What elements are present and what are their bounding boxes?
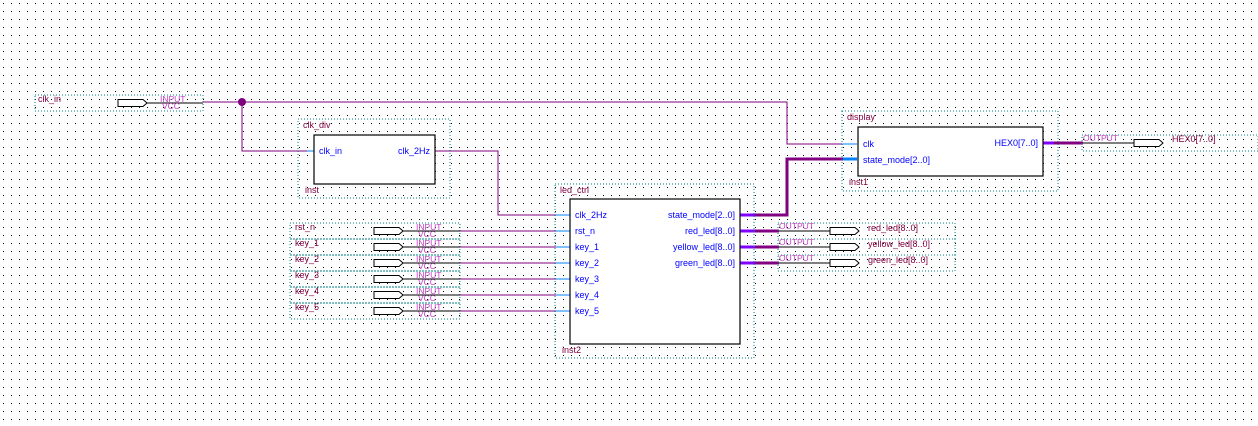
output-pin-icon (1133, 139, 1164, 147)
pin-type: OUTPUT (779, 253, 814, 263)
block-module-name: display (847, 112, 876, 122)
pin-name: clk_in (38, 94, 61, 104)
block-module-name: led_ctrl (560, 185, 589, 195)
pin-type: OUTPUT (779, 221, 814, 231)
pin-name: yellow_led[8..0] (868, 239, 930, 249)
input-port: key_4 (575, 290, 599, 300)
pin-name: key_4 (295, 286, 319, 296)
pin-name: red_led[8..0] (868, 223, 918, 233)
output-port: state_mode[2..0] (668, 210, 735, 220)
output-port: clk_2Hz (398, 146, 431, 156)
input-port: key_3 (575, 274, 599, 284)
pin-type: OUTPUT (779, 237, 814, 247)
block-instance-name: inst2 (562, 345, 581, 355)
input-pin-icon (373, 275, 404, 283)
input-port: key_1 (575, 242, 599, 252)
input-port: key_5 (575, 306, 599, 316)
input-pin-icon (373, 243, 404, 251)
pin-name: green_led[8..0] (868, 255, 928, 265)
output-pin-icon (829, 243, 860, 251)
block-module-name: clk_div (303, 120, 331, 130)
output-pin-icon (829, 259, 860, 267)
pin-name: key_5 (295, 302, 319, 312)
pin-name: key_2 (295, 254, 319, 264)
schematic-canvas[interactable]: clk_in INPUTVCCrst_n INPUTVCCkey_1 INPUTVCC… (0, 0, 1258, 426)
block-instance-name: inst1 (849, 177, 868, 187)
wire-junction (238, 98, 246, 106)
pin-name: key_3 (295, 270, 319, 280)
pin-type: OUTPUT (1083, 133, 1118, 143)
input-port: clk (863, 139, 874, 149)
block-body[interactable] (569, 198, 741, 345)
output-pin-icon (829, 227, 860, 235)
block-body[interactable] (857, 126, 1044, 177)
input-pin-icon (373, 291, 404, 299)
input-port: rst_n (575, 226, 595, 236)
input-pin-icon (373, 259, 404, 267)
block-led_ctrl[interactable]: led_ctrl inst2 clk_2Hz rst_n key_1 key_2 key_3… (554, 183, 755, 359)
output-port: red_led[8..0] (685, 226, 735, 236)
input-port: clk_in (319, 146, 342, 156)
output-port: HEX0[7..0] (994, 138, 1038, 148)
block-instance-name: inst (305, 185, 320, 195)
pin-default: VCC (162, 101, 180, 111)
input-pin-icon (373, 307, 404, 315)
pin-name: key_1 (295, 238, 319, 248)
input-port: state_mode[2..0] (863, 155, 930, 165)
input-pin-icon (373, 227, 404, 235)
output-port: green_led[8..0] (675, 258, 735, 268)
pin-name: HEX0[7..0] (1172, 134, 1216, 144)
pin-name: rst_n (295, 222, 315, 232)
input-port: key_2 (575, 258, 599, 268)
input-port: clk_2Hz (575, 210, 608, 220)
input-pin-icon (117, 99, 148, 107)
output-port: yellow_led[8..0] (673, 242, 735, 252)
block-body[interactable] (313, 134, 436, 185)
